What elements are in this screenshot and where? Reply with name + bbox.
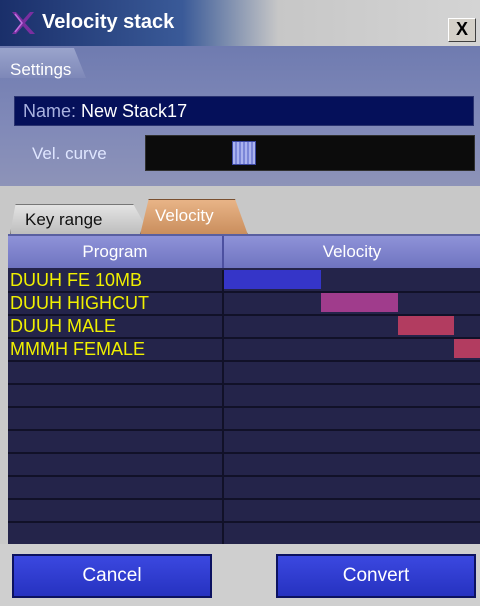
title-bar[interactable]: Velocity stack X xyxy=(0,0,480,46)
program-cell[interactable] xyxy=(8,500,224,521)
program-cell[interactable] xyxy=(8,523,224,544)
table-row[interactable] xyxy=(8,454,480,477)
velocity-cell[interactable] xyxy=(224,385,480,406)
table-row[interactable]: DUUH HIGHCUT xyxy=(8,293,480,316)
tab-velocity[interactable]: Velocity xyxy=(140,199,248,235)
table-row[interactable]: DUUH MALE xyxy=(8,316,480,339)
settings-label: Settings xyxy=(10,60,72,79)
table-row[interactable]: DUUH FE 10MB xyxy=(8,270,480,293)
cancel-button[interactable]: Cancel xyxy=(12,554,212,598)
settings-panel: Settings Name: New Stack17 Vel. curve xyxy=(0,46,480,186)
vel-curve-label: Vel. curve xyxy=(32,144,107,163)
column-header-velocity[interactable]: Velocity xyxy=(224,236,480,268)
name-label: Name: xyxy=(23,101,77,121)
convert-button[interactable]: Convert xyxy=(276,554,476,598)
velocity-range-bar[interactable] xyxy=(321,293,398,312)
table-row[interactable] xyxy=(8,385,480,408)
tab-key-range[interactable]: Key range xyxy=(10,204,150,234)
velocity-table: Program Velocity DUUH FE 10MB DUUH HIGHCU… xyxy=(8,234,480,546)
table-row[interactable] xyxy=(8,500,480,523)
name-field[interactable]: Name: New Stack17 xyxy=(14,96,474,126)
velocity-range-bar[interactable] xyxy=(454,339,480,358)
velocity-cell[interactable] xyxy=(224,362,480,383)
velocity-cell[interactable] xyxy=(224,523,480,544)
velocity-cell[interactable] xyxy=(224,454,480,475)
program-cell[interactable]: MMMH FEMALE xyxy=(8,339,224,360)
velocity-cell[interactable] xyxy=(224,293,480,314)
table-row[interactable] xyxy=(8,362,480,385)
velocity-cell[interactable] xyxy=(224,477,480,498)
program-cell[interactable] xyxy=(8,454,224,475)
vel-curve-slider[interactable] xyxy=(145,135,475,171)
program-cell[interactable]: DUUH MALE xyxy=(8,316,224,337)
table-row[interactable] xyxy=(8,523,480,546)
table-row[interactable] xyxy=(8,408,480,431)
table-row[interactable] xyxy=(8,431,480,454)
velocity-cell[interactable] xyxy=(224,316,480,337)
program-cell[interactable] xyxy=(8,385,224,406)
velocity-cell[interactable] xyxy=(224,408,480,429)
program-cell[interactable]: DUUH HIGHCUT xyxy=(8,293,224,314)
table-row[interactable]: MMMH FEMALE xyxy=(8,339,480,362)
x-logo-icon xyxy=(12,12,35,34)
program-cell[interactable] xyxy=(8,408,224,429)
vel-curve-thumb[interactable] xyxy=(232,141,256,165)
velocity-cell[interactable] xyxy=(224,339,480,360)
velocity-range-bar[interactable] xyxy=(398,316,454,335)
close-button[interactable]: X xyxy=(448,18,476,42)
program-cell[interactable] xyxy=(8,477,224,498)
table-row[interactable] xyxy=(8,477,480,500)
window-title: Velocity stack xyxy=(42,11,175,33)
column-header-program[interactable]: Program xyxy=(8,236,224,268)
name-value[interactable]: New Stack17 xyxy=(81,101,187,121)
velocity-cell[interactable] xyxy=(224,500,480,521)
program-cell[interactable] xyxy=(8,362,224,383)
program-cell[interactable]: DUUH FE 10MB xyxy=(8,270,224,291)
velocity-cell[interactable] xyxy=(224,431,480,452)
program-cell[interactable] xyxy=(8,431,224,452)
velocity-cell[interactable] xyxy=(224,270,480,291)
velocity-range-bar[interactable] xyxy=(224,270,321,289)
